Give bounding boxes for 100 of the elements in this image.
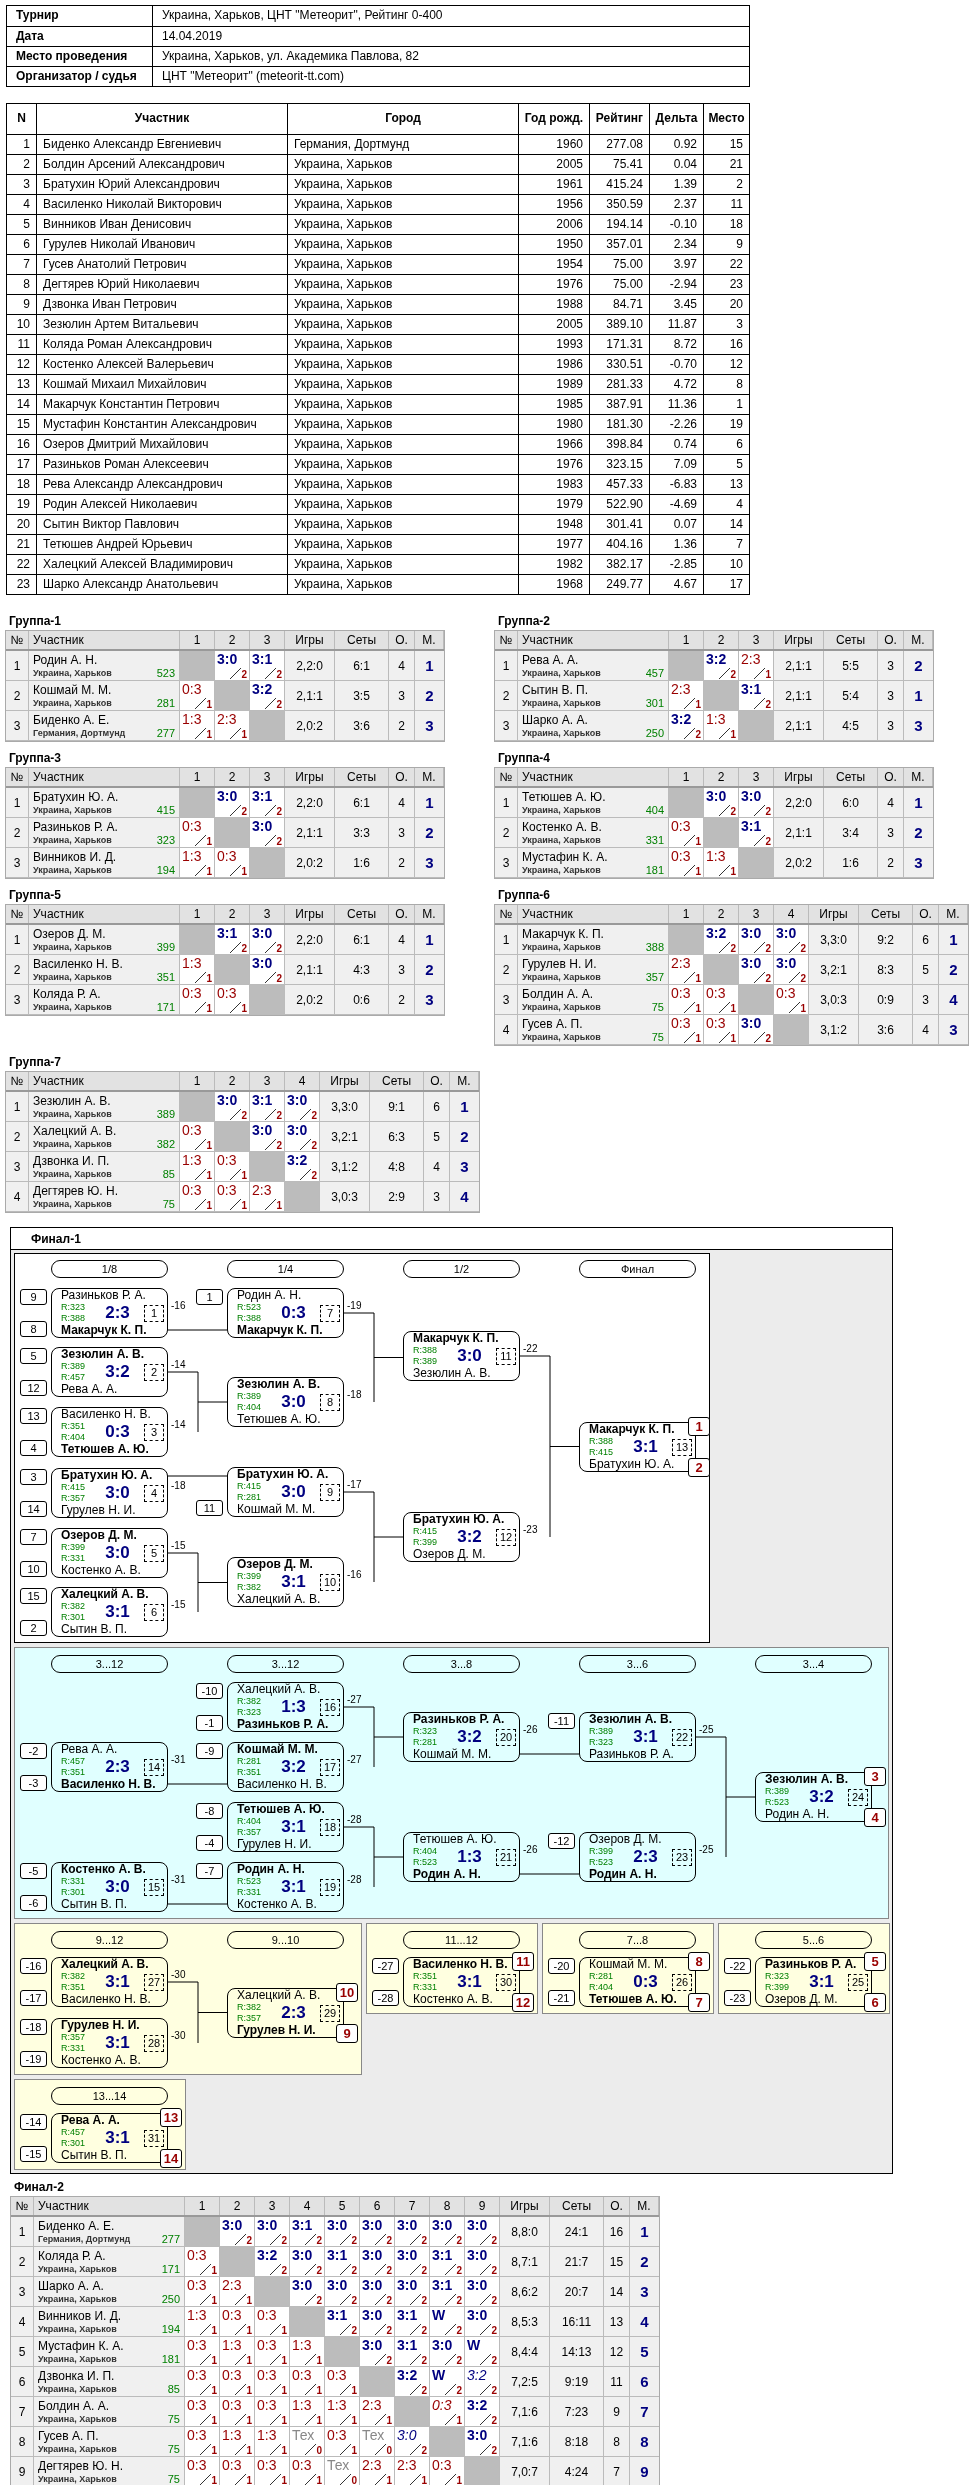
points-text: 1 — [281, 2355, 287, 2366]
points-text: 1 — [246, 2415, 252, 2426]
table-cell: 6 — [913, 925, 939, 954]
column-header: Игры — [285, 631, 335, 649]
slash-icon — [719, 942, 730, 953]
slash-icon — [375, 2294, 386, 2305]
table-cell: 1:6 — [824, 848, 878, 877]
table-cell: 2005 — [519, 315, 590, 334]
seed-label: -27 — [372, 1958, 399, 1974]
player-city: Украина, Харьков — [522, 727, 601, 739]
column-header: 1 — [669, 905, 704, 923]
table-cell: 12 — [7, 355, 37, 374]
points-text: 1 — [211, 2355, 217, 2366]
column-header: Участник — [518, 768, 669, 786]
score-text: 0:3 — [187, 2458, 207, 2473]
loser-label: -15 — [171, 1599, 186, 1611]
score-text: 3:2 — [287, 1153, 308, 1168]
table-cell: Украина, Харьков — [288, 275, 519, 294]
match-number: 16 — [320, 1698, 340, 1716]
slash-icon — [480, 2264, 491, 2275]
slash-icon — [200, 2264, 211, 2275]
score-text: 3:0 — [467, 2428, 488, 2443]
score-text: 0:3 — [187, 2368, 207, 2383]
slash-icon — [789, 942, 800, 953]
player-name: Халецкий А. В. — [61, 1958, 150, 1971]
table-cell: Украина, Харьков — [288, 215, 519, 234]
table-cell: 2,0:2 — [774, 848, 824, 877]
table-cell: 2,0:2 — [285, 848, 335, 877]
match-score: 3:1 — [104, 1602, 131, 1622]
table-cell: 1:6 — [335, 848, 389, 877]
player-city: Украина, Харьков — [522, 864, 601, 876]
player-city: Украина, Харьков — [38, 2323, 117, 2335]
score-text: 0:3 — [671, 986, 691, 1001]
points-text: 2 — [276, 669, 282, 680]
seed-label: -16 — [20, 1958, 47, 1974]
score-text: 3:0 — [287, 1123, 308, 1138]
seed-label: -1 — [196, 1715, 223, 1731]
match-score: 2:3 — [280, 2003, 307, 2023]
match-number: 31 — [144, 2129, 164, 2147]
rating-text: R:281 — [237, 1756, 263, 1767]
table-cell: 3,2:1 — [320, 1122, 370, 1151]
points-text: 2 — [351, 2235, 357, 2246]
table-cell: 1954 — [519, 255, 590, 274]
table-cell: 1979 — [519, 495, 590, 514]
table-cell: 3,0:3 — [809, 985, 859, 1014]
column-header: 5 — [325, 2197, 360, 2215]
place-number: 1 — [424, 793, 435, 813]
table-cell: Василенко Николай Викторович — [37, 195, 288, 214]
table-cell: 1980 — [519, 415, 590, 434]
table-cell: 1977 — [519, 535, 590, 554]
match-score: 3:2 — [104, 1362, 131, 1382]
points-text: 1 — [281, 2445, 287, 2456]
table-cell: 16:11 — [550, 2307, 604, 2336]
seed-label: -6 — [20, 1895, 47, 1911]
seed-label: -23 — [724, 1990, 751, 2006]
table-cell: 3 — [878, 651, 904, 680]
player-city: Украина, Харьков — [38, 2443, 117, 2455]
table-cell: 3 — [6, 848, 29, 877]
slash-icon — [200, 2414, 211, 2425]
rating-text: R:351 — [61, 1982, 87, 1993]
table-cell: 4 — [878, 788, 904, 817]
table-cell: 181.30 — [590, 415, 650, 434]
rating-text: R:388 — [413, 1345, 439, 1356]
table-cell: 1950 — [519, 235, 590, 254]
player-name: Родин А. Н. — [765, 1808, 831, 1821]
table-cell: 281.33 — [590, 375, 650, 394]
table-cell: 4:24 — [550, 2457, 604, 2485]
player-name: Макарчук К. П. — [237, 1324, 324, 1337]
player-name: Тетюшев А. Ю. — [413, 1833, 498, 1846]
table-cell: 3 — [913, 985, 939, 1014]
match-score: 0:3 — [632, 1972, 659, 1992]
score-text: 1:3 — [222, 2428, 242, 2443]
table-cell: 3 — [389, 955, 415, 984]
table-cell: 3 — [495, 985, 518, 1014]
place-badge: 10 — [336, 1983, 358, 2002]
table-cell-text: 18 — [728, 216, 744, 233]
slash-icon — [340, 2414, 351, 2425]
table-cell: 8 — [7, 275, 37, 294]
loser-label: -18 — [347, 1389, 362, 1401]
player-name: Братухин Ю. А. — [237, 1468, 330, 1481]
match-score: 3:1 — [456, 1972, 483, 1992]
rating-text: R:301 — [61, 2138, 87, 2149]
slash-icon — [195, 1139, 206, 1150]
player-city: Украина, Харьков — [522, 697, 601, 709]
score-text: 0:3 — [187, 2398, 207, 2413]
points-text: 2 — [456, 2295, 462, 2306]
player-city: Украина, Харьков — [522, 834, 601, 846]
table-cell: 1 — [6, 788, 29, 817]
score-text: 0:3 — [257, 2308, 277, 2323]
slash-icon — [270, 2354, 281, 2365]
player-name: Кошмай М. М. — [237, 1743, 319, 1756]
points-text: 1 — [206, 1200, 212, 1211]
place-number: 5 — [639, 2342, 650, 2362]
table-cell: 3 — [878, 681, 904, 710]
player-rating: 171 — [156, 1001, 175, 1013]
match-score: 3:1 — [280, 1817, 307, 1837]
points-text: 1 — [211, 2475, 217, 2485]
points-text: 1 — [730, 729, 736, 740]
rating-text: R:357 — [237, 1827, 263, 1838]
column-header: Сеты — [550, 2197, 604, 2215]
